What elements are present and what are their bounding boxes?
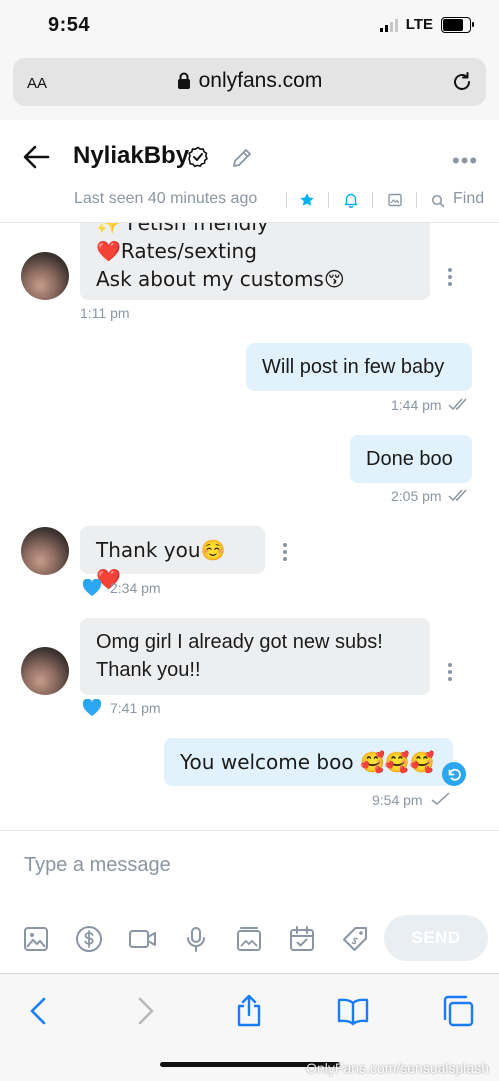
- sent-check-icon: [431, 792, 450, 805]
- message-time: 1:44 pm: [391, 397, 442, 413]
- message-time: 1:11 pm: [80, 305, 130, 321]
- tabs-icon[interactable]: [441, 994, 475, 1028]
- image-gallery-icon[interactable]: [387, 192, 403, 208]
- star-icon[interactable]: [299, 192, 315, 208]
- video-camera-icon[interactable]: [128, 925, 158, 953]
- message-text: Will post in few baby: [262, 356, 445, 378]
- bell-icon[interactable]: [343, 192, 359, 208]
- browser-back-icon[interactable]: [22, 994, 56, 1028]
- message-text-line: Omg girl I already got new subs!: [96, 631, 383, 653]
- message-bubble-incoming[interactable]: ✨ Fetish friendly ❤️Rates/sexting Ask ab…: [80, 223, 430, 300]
- avatar[interactable]: [21, 252, 69, 300]
- message-composer: SEND: [0, 830, 499, 974]
- message-time: 2:05 pm: [391, 488, 442, 504]
- search-icon[interactable]: [431, 194, 445, 208]
- url-text: onlyfans.com: [198, 69, 323, 92]
- message-bubble-outgoing[interactable]: Will post in few baby: [246, 343, 472, 391]
- bookmarks-icon[interactable]: [336, 994, 370, 1028]
- undo-send-icon[interactable]: [441, 761, 467, 787]
- address-bar[interactable]: AA onlyfans.com: [13, 58, 486, 106]
- reload-icon[interactable]: [450, 70, 474, 94]
- message-text-line: ❤️Rates/sexting: [96, 239, 257, 263]
- send-button[interactable]: SEND: [384, 915, 488, 961]
- media-vault-icon[interactable]: [235, 925, 263, 953]
- message-bubble-incoming[interactable]: Omg girl I already got new subs! Thank y…: [80, 618, 430, 695]
- message-bubble-outgoing[interactable]: Done boo: [350, 435, 472, 483]
- lock-icon: [177, 72, 190, 89]
- share-icon[interactable]: [232, 994, 266, 1028]
- message-input[interactable]: [22, 853, 426, 878]
- chat-more-options-icon[interactable]: •••: [452, 148, 478, 174]
- status-time: 9:54: [48, 14, 91, 36]
- chat-username[interactable]: NyliakBby: [73, 142, 189, 170]
- message-bubble-outgoing[interactable]: You welcome boo 🥰🥰🥰: [164, 738, 453, 786]
- message-time: 7:41 pm: [110, 700, 161, 716]
- message-text-line: ✨ Fetish friendly: [96, 223, 269, 235]
- message-options-icon[interactable]: [283, 543, 287, 564]
- message-text: Done boo: [366, 448, 453, 470]
- avatar[interactable]: [21, 527, 69, 575]
- message-time: 2:34 pm: [110, 580, 161, 596]
- liked-heart-icon[interactable]: [82, 699, 102, 717]
- watermark: OnlyFans.com/sensualsplash: [306, 1060, 489, 1076]
- url-display[interactable]: onlyfans.com: [13, 69, 486, 93]
- read-receipt-icon: [448, 398, 467, 411]
- header-divider: [372, 192, 373, 208]
- message-text: You welcome boo 🥰🥰🥰: [180, 750, 435, 774]
- message-list[interactable]: ✨ Fetish friendly ❤️Rates/sexting Ask ab…: [0, 223, 499, 830]
- avatar[interactable]: [21, 647, 69, 695]
- read-receipt-icon: [448, 489, 467, 502]
- message-text-line: Thank you!!: [96, 659, 201, 681]
- header-divider: [286, 192, 287, 208]
- chat-header: NyliakBby ••• Last seen 40 minutes ago F…: [0, 120, 499, 223]
- schedule-calendar-icon[interactable]: [288, 925, 316, 953]
- tip-dollar-icon[interactable]: [75, 925, 103, 953]
- message-bubble-incoming[interactable]: Thank you☺️❤️: [80, 526, 265, 591]
- battery-icon: [441, 16, 474, 33]
- browser-forward-icon[interactable]: [128, 994, 162, 1028]
- status-indicators: LTE: [379, 16, 474, 33]
- message-options-icon[interactable]: [448, 268, 452, 289]
- network-label: LTE: [405, 16, 433, 33]
- price-tag-icon[interactable]: [341, 925, 369, 953]
- edit-pencil-icon[interactable]: [231, 147, 253, 169]
- verified-badge-icon: [188, 146, 208, 168]
- message-options-icon[interactable]: [448, 663, 452, 684]
- message-time: 9:54 pm: [372, 792, 423, 808]
- microphone-icon[interactable]: [182, 925, 210, 953]
- header-divider: [416, 192, 417, 208]
- header-divider: [328, 192, 329, 208]
- message-text-line: Ask about my customs😚: [96, 267, 345, 291]
- liked-heart-icon[interactable]: [82, 579, 102, 597]
- signal-icon: [379, 18, 398, 32]
- add-image-icon[interactable]: [22, 925, 50, 953]
- find-button[interactable]: Find: [453, 190, 484, 208]
- last-seen-status: Last seen 40 minutes ago: [74, 190, 258, 207]
- back-arrow-icon[interactable]: [22, 144, 50, 170]
